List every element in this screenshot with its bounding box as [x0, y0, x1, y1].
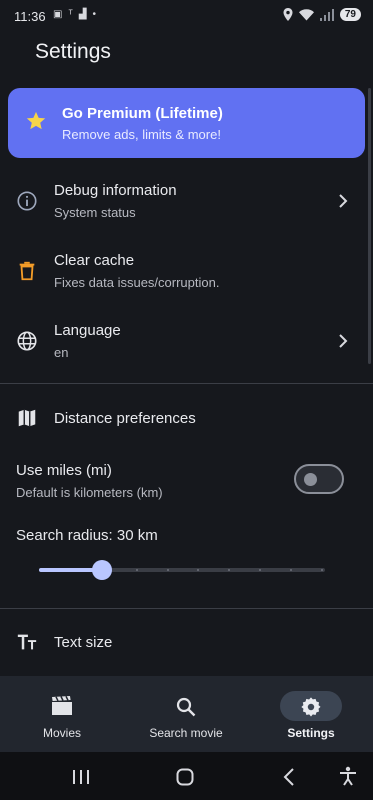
- system-navigation-bar: [0, 752, 373, 800]
- nav-label: Movies: [42, 726, 81, 740]
- settings-item-subtitle: en: [54, 345, 69, 360]
- notification-icon: ᵀ: [68, 9, 79, 20]
- use-miles-title: Use miles (mi): [16, 462, 112, 479]
- battery-indicator: 79: [339, 8, 361, 21]
- search-radius-label: Search radius: 30 km: [16, 527, 158, 544]
- shop-icon: ▟: [78, 9, 93, 20]
- use-miles-toggle[interactable]: [294, 464, 344, 494]
- distance-section-title: Distance preferences: [54, 410, 196, 427]
- use-miles-subtitle: Default is kilometers (km): [16, 485, 163, 500]
- distance-section-header: Distance preferences: [0, 390, 373, 446]
- settings-item-title: Debug information: [54, 182, 177, 199]
- screenshot-icon: ▣: [53, 9, 69, 20]
- dot-icon: •: [92, 9, 102, 20]
- settings-item-language[interactable]: Language en: [0, 310, 373, 370]
- recents-icon[interactable]: [72, 769, 90, 785]
- slider-tick: [135, 569, 138, 571]
- nav-item-search-movie[interactable]: Search movie: [124, 676, 248, 752]
- clapperboard-icon: [52, 696, 72, 715]
- globe-icon: [17, 331, 37, 351]
- text-size-title: Text size: [54, 634, 113, 651]
- premium-card[interactable]: Go Premium (Lifetime) Remove ads, limits…: [8, 88, 365, 158]
- section-divider: [0, 383, 373, 384]
- bottom-navigation: Movies Search movie Settings: [0, 676, 373, 752]
- chevron-right-icon: [339, 194, 348, 208]
- nav-item-settings[interactable]: Settings: [249, 676, 373, 752]
- settings-item-subtitle: Fixes data issues/corruption.: [54, 275, 220, 290]
- text-size-icon: [17, 634, 37, 650]
- status-time: 11:36: [14, 9, 46, 24]
- home-icon[interactable]: [176, 768, 194, 786]
- status-right-icons: 79: [283, 8, 361, 21]
- settings-item-clear-cache[interactable]: Clear cache Fixes data issues/corruption…: [0, 240, 373, 300]
- info-icon: [17, 191, 37, 211]
- map-icon: [18, 409, 36, 427]
- star-icon: [26, 111, 46, 130]
- location-icon: [283, 8, 293, 21]
- gear-icon: [301, 697, 321, 717]
- settings-item-title: Clear cache: [54, 252, 135, 269]
- nav-label: Settings: [287, 726, 335, 740]
- status-bar: 11:36 ▣ᵀ▟• 79: [0, 0, 373, 34]
- premium-subtitle: Remove ads, limits & more!: [62, 127, 221, 142]
- nav-label: Search movie: [149, 726, 223, 740]
- scrollbar[interactable]: [368, 88, 371, 364]
- search-radius-slider-thumb[interactable]: [91, 560, 112, 580]
- settings-item-title: Language: [54, 322, 121, 339]
- chevron-right-icon: [339, 334, 348, 348]
- nav-item-movies[interactable]: Movies: [0, 676, 124, 752]
- back-icon[interactable]: [283, 768, 295, 786]
- premium-title: Go Premium (Lifetime): [62, 105, 223, 122]
- trash-icon: [19, 261, 35, 281]
- settings-item-subtitle: System status: [54, 205, 136, 220]
- settings-item-text-size[interactable]: Text size: [0, 614, 373, 670]
- slider-tick: [321, 569, 323, 571]
- page-title: Settings: [35, 40, 111, 63]
- slider-tick: [166, 569, 169, 571]
- search-icon: [176, 697, 196, 717]
- section-divider: [0, 608, 373, 609]
- status-left-icons: ▣ᵀ▟•: [53, 9, 102, 20]
- wifi-icon: [298, 8, 314, 20]
- toggle-knob: [304, 473, 317, 486]
- signal-icon: [319, 8, 334, 21]
- settings-item-debug[interactable]: Debug information System status: [0, 170, 373, 230]
- accessibility-icon[interactable]: [339, 766, 357, 786]
